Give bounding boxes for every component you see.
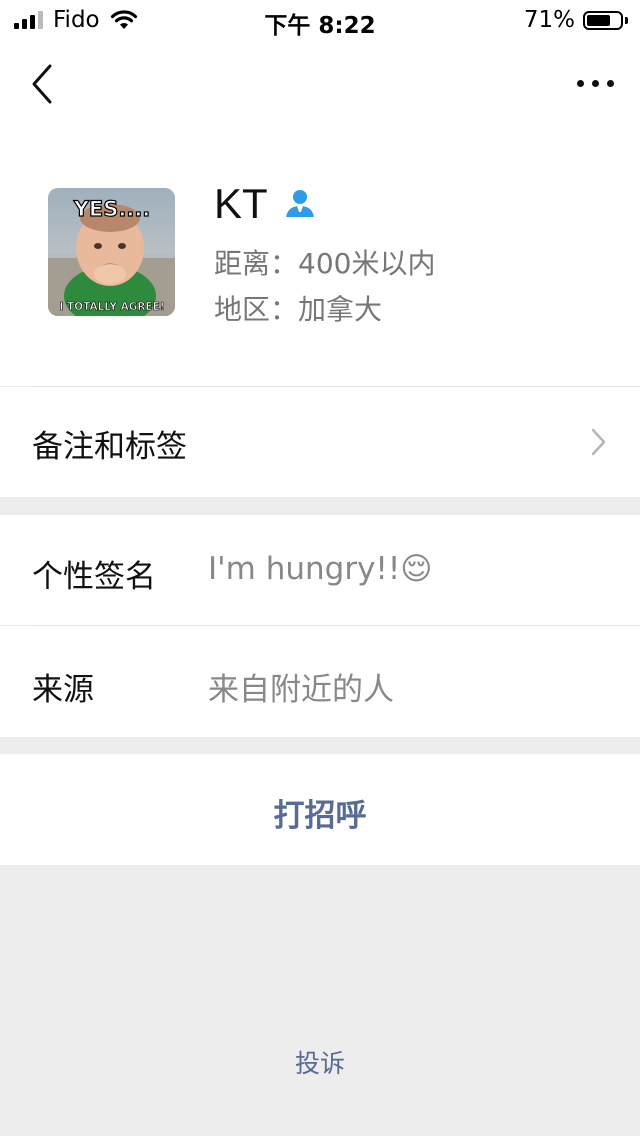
signature-value: I'm hungry!!😌 — [208, 551, 433, 587]
source-label: 来源 — [32, 672, 94, 708]
greet-button[interactable]: 打招呼 — [0, 754, 640, 865]
avatar[interactable]: YES.... I TOTALLY AGREE! — [48, 188, 175, 316]
chevron-left-icon[interactable] — [22, 62, 62, 106]
battery-cap — [625, 16, 628, 24]
complain-link[interactable]: 投诉 — [0, 1044, 640, 1080]
greet-label: 打招呼 — [273, 798, 367, 834]
avatar-caption-top: YES.... — [73, 197, 151, 221]
profile-card: YES.... I TOTALLY AGREE! KT 距离：400米以内 地区… — [0, 128, 640, 386]
source-row: 来源 来自附近的人 — [0, 626, 640, 737]
status-bar: Fido 下午 8:22 71% — [0, 0, 640, 40]
signature-label: 个性签名 — [32, 559, 156, 595]
battery-icon — [583, 10, 623, 30]
person-icon — [286, 190, 314, 217]
region-text: 地区：加拿大 — [214, 293, 383, 326]
more-icon[interactable] — [570, 68, 620, 98]
nav-bar — [0, 40, 640, 128]
chevron-right-icon — [591, 428, 606, 456]
battery-percent: 71% — [523, 7, 575, 33]
distance-text: 距离：400米以内 — [214, 247, 436, 280]
remark-tags-row[interactable]: 备注和标签 — [0, 387, 640, 497]
signature-row: 个性签名 I'm hungry!!😌 — [0, 515, 640, 625]
avatar-caption-bottom: I TOTALLY AGREE! — [59, 301, 164, 313]
remark-tags-label: 备注和标签 — [32, 429, 187, 465]
profile-screen: Fido 下午 8:22 71% YES.... I TOTALLY AGREE… — [0, 0, 640, 1136]
source-value: 来自附近的人 — [208, 672, 394, 708]
battery-fill — [587, 14, 610, 26]
profile-name: KT — [214, 180, 268, 227]
status-right: 71% — [524, 6, 628, 34]
